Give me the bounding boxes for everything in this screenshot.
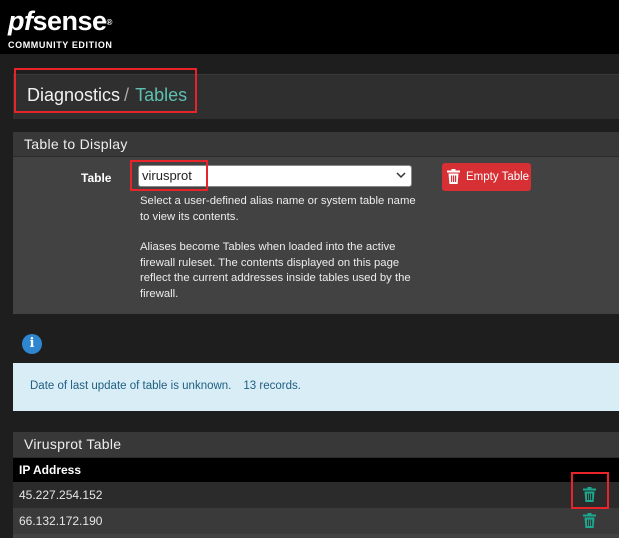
highlight-breadcrumb (14, 68, 197, 113)
logo-edition: COMMUNITY EDITION (8, 40, 113, 50)
virusprot-table-panel: Virusprot Table IP Address 45.227.254.15… (13, 432, 619, 538)
info-icon[interactable]: i (22, 334, 42, 354)
table-header: IP Address (13, 458, 619, 482)
results-title: Virusprot Table (13, 432, 619, 458)
panel-title: Table to Display (13, 132, 619, 157)
logo-wordmark: pfsense® (8, 6, 112, 36)
table-field-label: Table (81, 171, 112, 185)
ip-address-cell: 66.132.172.190 (19, 514, 103, 528)
empty-table-label: Empty Table (466, 171, 530, 183)
table-help-text: Select a user-defined alias name or syst… (140, 194, 420, 317)
table-display-panel: Table to Display Table virusprot Select … (13, 132, 619, 314)
chevron-down-icon (396, 172, 406, 179)
pfsense-logo[interactable]: pfsense® COMMUNITY EDITION (8, 6, 118, 52)
ip-address-cell: 45.227.254.152 (19, 488, 103, 502)
empty-table-button[interactable]: Empty Table (442, 163, 531, 191)
top-navbar: pfsense® COMMUNITY EDITION (0, 0, 619, 54)
records-count: 13 records. (243, 380, 301, 392)
info-alert: Date of last update of table is unknown.… (13, 363, 619, 411)
table-row: 45.227.254.152 (13, 482, 619, 508)
help-paragraph-2: Aliases become Tables when loaded into t… (140, 241, 411, 300)
table-row: 66.132.172.190 (13, 508, 619, 534)
last-update-text: Date of last update of table is unknown. (30, 380, 232, 392)
alert-text: Date of last update of table is unknown.… (30, 380, 301, 392)
highlight-table-select (130, 160, 208, 191)
highlight-delete-icon (571, 472, 609, 509)
help-paragraph-1: Select a user-defined alias name or syst… (140, 195, 416, 223)
panel-body: Table virusprot Select a user-defined al… (13, 157, 619, 314)
trash-icon[interactable] (583, 513, 596, 528)
trash-icon (447, 169, 460, 184)
column-ip-address: IP Address (19, 463, 82, 477)
